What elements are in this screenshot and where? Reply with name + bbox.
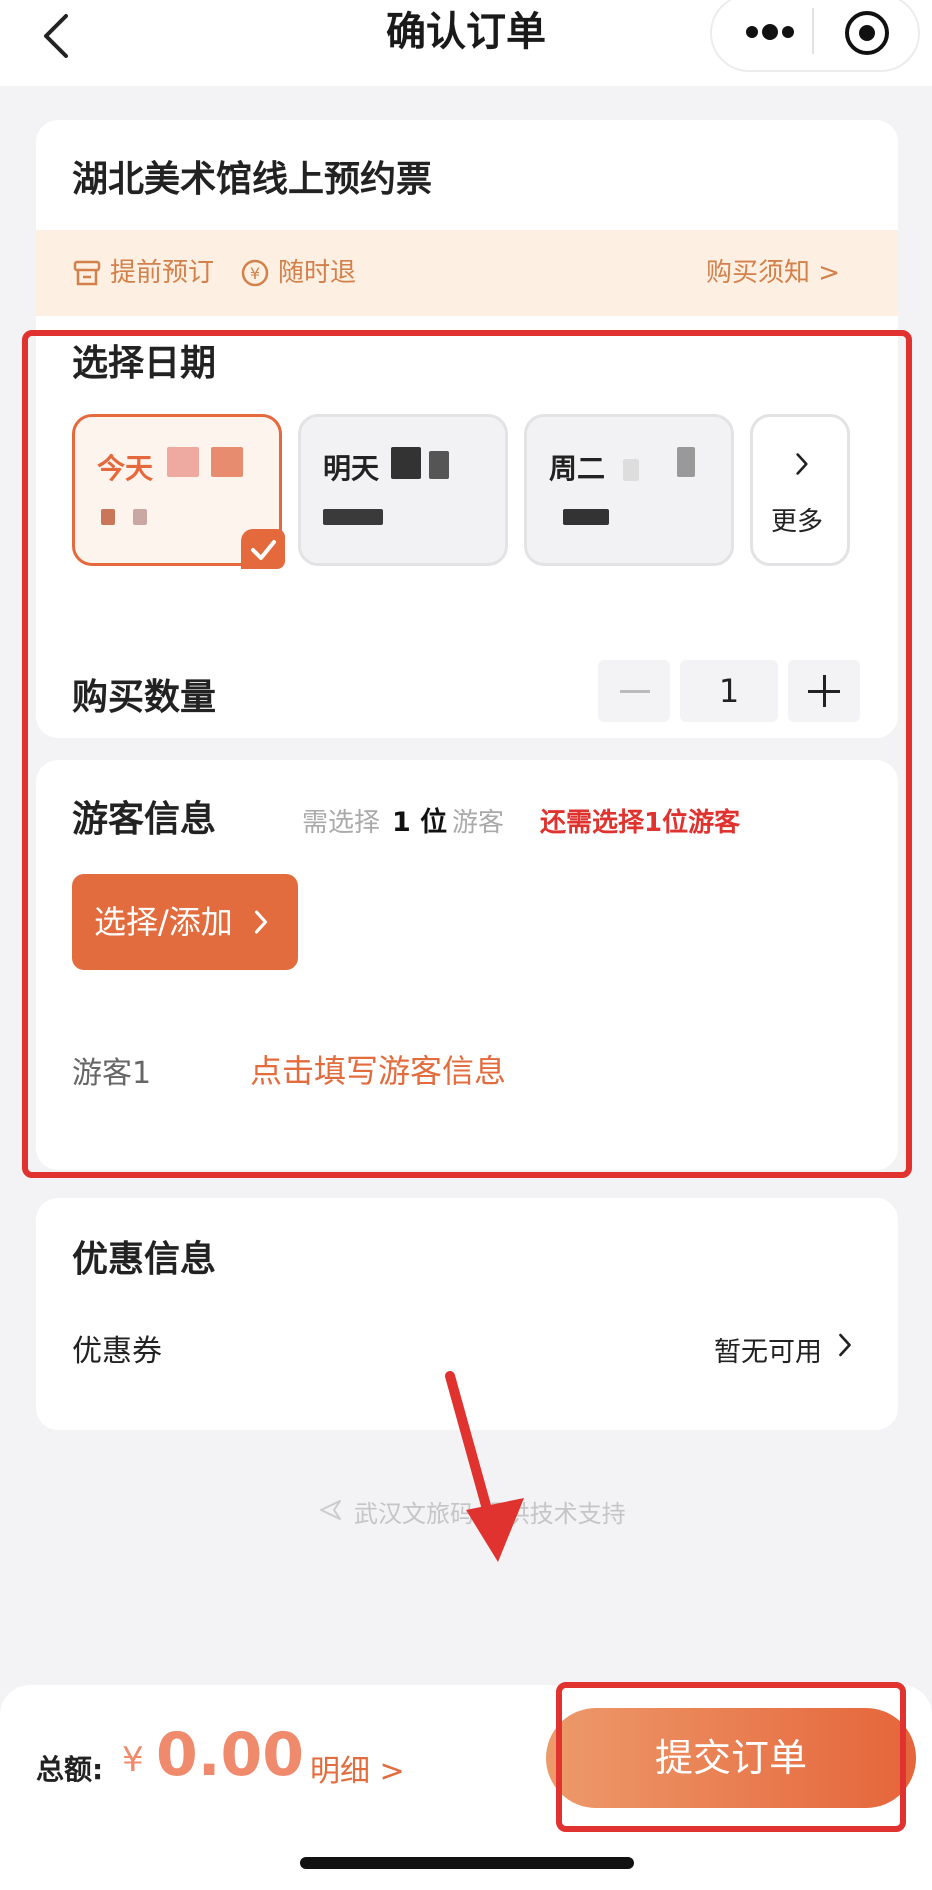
discount-heading: 优惠信息	[72, 1239, 217, 1280]
total-amount: 0.00	[156, 1720, 305, 1790]
svg-text:¥: ¥	[250, 264, 260, 283]
tag-refund: 随时退	[278, 258, 357, 288]
highlight-frame	[22, 330, 912, 1178]
total-label: 总额:	[36, 1753, 104, 1786]
price-detail-link[interactable]: 明细 >	[310, 1746, 405, 1790]
more-icon[interactable]	[740, 0, 800, 64]
arrow-annotation	[445, 1371, 524, 1562]
product-title: 湖北美术馆线上预约票	[72, 159, 433, 200]
tag-advance: 提前预订	[110, 258, 215, 288]
send-icon	[320, 1500, 341, 1520]
chevron-right-icon[interactable]	[836, 1330, 854, 1360]
notice-link[interactable]: 购买须知 >	[706, 230, 840, 316]
calendar-icon	[73, 260, 101, 286]
coupon-value[interactable]: 暂无可用	[714, 1330, 822, 1369]
currency-symbol: ¥	[122, 1740, 144, 1780]
submit-highlight-frame	[556, 1682, 906, 1832]
close-miniprogram-icon[interactable]	[842, 8, 892, 58]
home-indicator	[300, 1857, 634, 1869]
coupon-label: 优惠券	[72, 1334, 162, 1369]
yuan-icon: ¥	[241, 259, 269, 287]
capsule-divider	[812, 8, 814, 54]
